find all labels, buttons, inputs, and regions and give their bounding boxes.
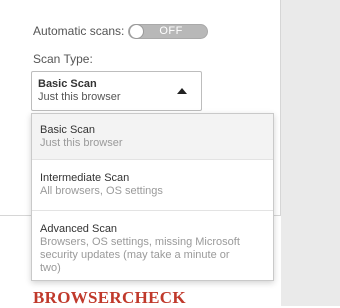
option-title: Advanced Scan [40, 223, 118, 235]
scan-type-label: Scan Type: [33, 52, 93, 66]
option-title: Basic Scan [40, 124, 96, 136]
selected-scan-subtitle: Just this browser [38, 91, 121, 103]
toggle-knob [129, 23, 145, 39]
option-advanced-scan[interactable]: Advanced Scan Browsers, OS settings, mis… [32, 211, 273, 280]
automatic-scans-row: Automatic scans: OFF [33, 23, 209, 39]
scan-type-select[interactable]: Basic Scan Just this browser [31, 71, 202, 111]
right-background [281, 0, 340, 306]
caret-up-icon [177, 88, 187, 94]
option-title: Intermediate Scan [40, 172, 130, 184]
option-basic-scan[interactable]: Basic Scan Just this browser [32, 114, 273, 160]
option-subtitle: Browsers, OS settings, missing Microsoft… [40, 236, 240, 274]
toggle-state: OFF [159, 24, 183, 37]
scan-type-dropdown: Basic Scan Just this browser Intermediat… [31, 113, 274, 281]
selected-scan-title: Basic Scan [38, 78, 97, 90]
automatic-scans-label: Automatic scans: [33, 24, 125, 38]
automatic-scans-toggle[interactable]: OFF [128, 23, 209, 39]
option-intermediate-scan[interactable]: Intermediate Scan All browsers, OS setti… [32, 160, 273, 211]
option-subtitle: All browsers, OS settings [40, 185, 163, 197]
option-subtitle: Just this browser [40, 137, 123, 149]
browsercheck-logo: BROWSERCHECK [33, 288, 186, 307]
